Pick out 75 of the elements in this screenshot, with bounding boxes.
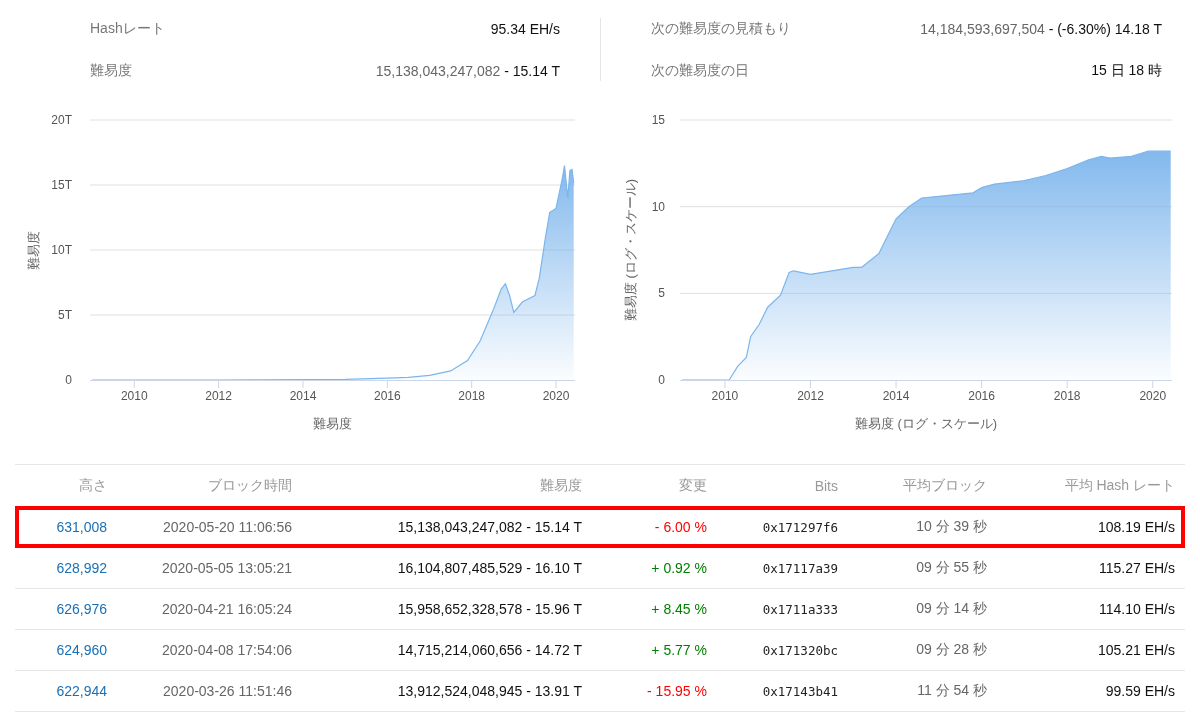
table-cell: 0x171297f6	[762, 519, 838, 535]
table-cell: 15,138,043,247,082 - 15.14 T	[397, 519, 582, 535]
y-tick-label: 5T	[58, 308, 72, 322]
x-tick-label: 2014	[882, 389, 910, 403]
y-tick-label: 15	[651, 113, 665, 127]
table-cell: 15,958,652,328,578 - 15.96 T	[397, 601, 582, 617]
x-tick-label: 2016	[373, 389, 401, 403]
x-tick-label: 2012	[797, 389, 824, 403]
y-tick-label: 0	[658, 373, 665, 387]
table-cell: 0x1711a333	[762, 601, 838, 617]
change-cell: - 15.95 %	[647, 683, 707, 699]
x-tick-label: 2010	[711, 389, 739, 403]
table-cell: 2020-03-26 11:51:46	[163, 683, 292, 699]
column-header: 難易度	[540, 477, 582, 495]
table-cell: 108.19 EH/s	[1097, 519, 1175, 535]
legend-label: 難易度	[313, 416, 352, 431]
y-tick-label: 15T	[51, 178, 72, 192]
x-tick-label: 2012	[205, 389, 232, 403]
x-tick-label: 2018	[1053, 389, 1081, 403]
table-cell: 09 分 14 秒	[916, 600, 987, 618]
stat-value: 15 日 18 時	[1091, 61, 1162, 80]
table-cell: 114.10 EH/s	[1099, 601, 1175, 617]
column-header: 平均 Hash レート	[1064, 477, 1175, 495]
y-tick-label: 10T	[51, 243, 72, 257]
y-axis-title: 難易度 (ログ・スケール)	[623, 178, 638, 322]
table-cell: 99.59 EH/s	[1105, 683, 1175, 699]
table-cell: 0x17143b41	[762, 683, 838, 699]
stat-value: 95.34 EH/s	[490, 20, 560, 37]
block-height-link[interactable]: 626,976	[56, 601, 107, 617]
column-header: 平均ブロック	[903, 477, 987, 495]
table-cell: 2020-05-20 11:06:56	[163, 519, 292, 535]
column-header: 高さ	[79, 477, 107, 495]
x-tick-label: 2020	[542, 389, 570, 403]
legend-label: 難易度 (ログ・スケール)	[854, 416, 998, 431]
x-tick-label: 2014	[289, 389, 317, 403]
change-cell: + 8.45 %	[651, 601, 707, 617]
y-tick-label: 5	[658, 286, 665, 301]
y-tick-label: 20T	[51, 113, 72, 127]
column-header: ブロック時間	[208, 477, 292, 495]
y-tick-label: 0	[65, 373, 72, 387]
table-cell: 0x17117a39	[762, 560, 838, 576]
table-cell: 105.21 EH/s	[1097, 642, 1175, 658]
x-tick-label: 2018	[458, 389, 486, 403]
table-cell: 09 分 28 秒	[916, 641, 987, 659]
block-height-link[interactable]: 628,992	[56, 560, 107, 576]
stat-label: Hashレート	[90, 19, 165, 38]
stat-value: 15,138,043,247,082 - 15.14 T	[375, 62, 560, 79]
x-tick-label: 2016	[968, 389, 995, 403]
table-cell: 2020-05-05 13:05:21	[162, 560, 292, 576]
table-cell: 2020-04-21 16:05:24	[162, 601, 292, 617]
block-height-link[interactable]: 622,944	[56, 683, 107, 699]
x-tick-label: 2010	[120, 389, 148, 403]
block-height-link[interactable]: 624,960	[56, 642, 107, 658]
stat-label: 次の難易度の見積もり	[651, 19, 791, 38]
block-height-link[interactable]: 631,008	[56, 519, 107, 535]
column-header: Bits	[814, 478, 838, 494]
column-header: 変更	[679, 477, 707, 495]
table-cell: 115.27 EH/s	[1099, 560, 1175, 576]
change-cell: + 0.92 %	[651, 560, 707, 576]
table-cell: 0x171320bc	[762, 642, 838, 658]
table-cell: 11 分 54 秒	[917, 682, 987, 700]
x-tick-label: 2020	[1139, 389, 1167, 403]
change-cell: - 6.00 %	[654, 519, 707, 535]
stat-label: 次の難易度の日	[651, 61, 749, 80]
table-cell: 13,912,524,048,945 - 13.91 T	[397, 683, 582, 699]
change-cell: + 5.77 %	[651, 642, 707, 658]
table-cell: 14,715,214,060,656 - 14.72 T	[397, 642, 582, 658]
stat-value: 14,184,593,697,504 - (-6.30%) 14.18 T	[920, 20, 1162, 37]
table-cell: 16,104,807,485,529 - 16.10 T	[397, 560, 582, 576]
y-axis-title: 難易度	[26, 230, 41, 270]
stat-label: 難易度	[90, 61, 132, 80]
table-cell: 09 分 55 秒	[916, 559, 987, 577]
table-cell: 10 分 39 秒	[916, 518, 987, 536]
y-tick-label: 10	[651, 199, 665, 214]
table-cell: 2020-04-08 17:54:06	[162, 642, 292, 658]
